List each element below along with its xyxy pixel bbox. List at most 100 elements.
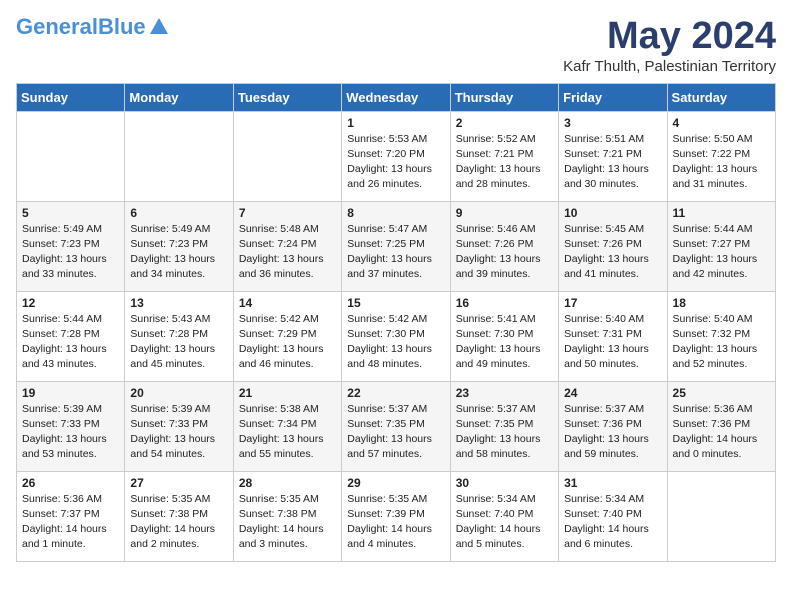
day-cell: 4 Sunrise: 5:50 AM Sunset: 7:22 PM Daylig… [667,111,775,201]
day-info: Sunrise: 5:35 AM Sunset: 7:38 PM Dayligh… [130,492,227,553]
day-number: 29 [347,476,444,490]
day-cell [125,111,233,201]
day-number: 4 [673,116,770,130]
title-block: May 2024 Kafr Thulth, Palestinian Territ… [563,16,776,75]
day-cell: 5 Sunrise: 5:49 AM Sunset: 7:23 PM Daylig… [17,201,125,291]
day-cell: 20Sunrise: 5:39 AM Sunset: 7:33 PM Dayli… [125,381,233,471]
day-info: Sunrise: 5:42 AM Sunset: 7:30 PM Dayligh… [347,312,444,373]
day-number: 18 [673,296,770,310]
day-info: Sunrise: 5:44 AM Sunset: 7:27 PM Dayligh… [673,222,770,283]
day-number: 3 [564,116,661,130]
day-cell: 29Sunrise: 5:35 AM Sunset: 7:39 PM Dayli… [342,471,450,561]
day-cell: 11 Sunrise: 5:44 AM Sunset: 7:27 PM Dayli… [667,201,775,291]
day-cell [233,111,341,201]
logo-blue: Blue [98,14,146,39]
day-cell: 10Sunrise: 5:45 AM Sunset: 7:26 PM Dayli… [559,201,667,291]
day-cell: 15 Sunrise: 5:42 AM Sunset: 7:30 PM Dayli… [342,291,450,381]
day-number: 10 [564,206,661,220]
day-cell: 30 Sunrise: 5:34 AM Sunset: 7:40 PM Dayli… [450,471,558,561]
day-info: Sunrise: 5:49 AM Sunset: 7:23 PM Dayligh… [130,222,227,283]
day-number: 15 [347,296,444,310]
day-info: Sunrise: 5:47 AM Sunset: 7:25 PM Dayligh… [347,222,444,283]
day-info: Sunrise: 5:41 AM Sunset: 7:30 PM Dayligh… [456,312,553,373]
day-cell: 9Sunrise: 5:46 AM Sunset: 7:26 PM Daylig… [450,201,558,291]
day-info: Sunrise: 5:40 AM Sunset: 7:32 PM Dayligh… [673,312,770,373]
day-cell: 24 Sunrise: 5:37 AM Sunset: 7:36 PM Dayli… [559,381,667,471]
day-number: 13 [130,296,227,310]
day-number: 25 [673,386,770,400]
day-info: Sunrise: 5:38 AM Sunset: 7:34 PM Dayligh… [239,402,336,463]
day-number: 21 [239,386,336,400]
day-cell: 27 Sunrise: 5:35 AM Sunset: 7:38 PM Dayli… [125,471,233,561]
day-info: Sunrise: 5:48 AM Sunset: 7:24 PM Dayligh… [239,222,336,283]
day-info: Sunrise: 5:34 AM Sunset: 7:40 PM Dayligh… [564,492,661,553]
day-number: 26 [22,476,119,490]
day-cell: 1Sunrise: 5:53 AM Sunset: 7:20 PM Daylig… [342,111,450,201]
day-number: 6 [130,206,227,220]
header-cell-tuesday: Tuesday [233,83,341,111]
header-cell-saturday: Saturday [667,83,775,111]
day-cell: 26 Sunrise: 5:36 AM Sunset: 7:37 PM Dayli… [17,471,125,561]
day-cell: 28Sunrise: 5:35 AM Sunset: 7:38 PM Dayli… [233,471,341,561]
day-cell: 31 Sunrise: 5:34 AM Sunset: 7:40 PM Dayli… [559,471,667,561]
day-info: Sunrise: 5:49 AM Sunset: 7:23 PM Dayligh… [22,222,119,283]
day-info: Sunrise: 5:46 AM Sunset: 7:26 PM Dayligh… [456,222,553,283]
day-info: Sunrise: 5:40 AM Sunset: 7:31 PM Dayligh… [564,312,661,373]
day-number: 5 [22,206,119,220]
day-cell: 21 Sunrise: 5:38 AM Sunset: 7:34 PM Dayli… [233,381,341,471]
day-cell: 17Sunrise: 5:40 AM Sunset: 7:31 PM Dayli… [559,291,667,381]
day-info: Sunrise: 5:37 AM Sunset: 7:36 PM Dayligh… [564,402,661,463]
day-cell: 22Sunrise: 5:37 AM Sunset: 7:35 PM Dayli… [342,381,450,471]
day-number: 27 [130,476,227,490]
calendar-table: SundayMondayTuesdayWednesdayThursdayFrid… [16,83,776,562]
day-number: 7 [239,206,336,220]
header-cell-wednesday: Wednesday [342,83,450,111]
week-row: 12 Sunrise: 5:44 AM Sunset: 7:28 PM Dayli… [17,291,776,381]
day-info: Sunrise: 5:34 AM Sunset: 7:40 PM Dayligh… [456,492,553,553]
day-cell: 13Sunrise: 5:43 AM Sunset: 7:28 PM Dayli… [125,291,233,381]
day-cell: 25 Sunrise: 5:36 AM Sunset: 7:36 PM Dayli… [667,381,775,471]
day-info: Sunrise: 5:52 AM Sunset: 7:21 PM Dayligh… [456,132,553,193]
logo-icon [148,16,170,38]
logo-text: GeneralBlue [16,16,146,38]
day-info: Sunrise: 5:51 AM Sunset: 7:21 PM Dayligh… [564,132,661,193]
day-cell: 7 Sunrise: 5:48 AM Sunset: 7:24 PM Daylig… [233,201,341,291]
day-number: 2 [456,116,553,130]
day-number: 8 [347,206,444,220]
day-cell: 18 Sunrise: 5:40 AM Sunset: 7:32 PM Dayli… [667,291,775,381]
day-number: 31 [564,476,661,490]
day-info: Sunrise: 5:39 AM Sunset: 7:33 PM Dayligh… [22,402,119,463]
day-cell: 14 Sunrise: 5:42 AM Sunset: 7:29 PM Dayli… [233,291,341,381]
day-cell: 23Sunrise: 5:37 AM Sunset: 7:35 PM Dayli… [450,381,558,471]
day-info: Sunrise: 5:36 AM Sunset: 7:37 PM Dayligh… [22,492,119,553]
day-cell: 8 Sunrise: 5:47 AM Sunset: 7:25 PM Daylig… [342,201,450,291]
day-info: Sunrise: 5:35 AM Sunset: 7:38 PM Dayligh… [239,492,336,553]
day-cell [667,471,775,561]
week-row: 1Sunrise: 5:53 AM Sunset: 7:20 PM Daylig… [17,111,776,201]
week-row: 19Sunrise: 5:39 AM Sunset: 7:33 PM Dayli… [17,381,776,471]
day-number: 24 [564,386,661,400]
header-cell-friday: Friday [559,83,667,111]
day-number: 11 [673,206,770,220]
logo: GeneralBlue [16,16,170,38]
page-header: GeneralBlue May 2024 Kafr Thulth, Palest… [16,16,776,75]
header-cell-sunday: Sunday [17,83,125,111]
header-cell-monday: Monday [125,83,233,111]
day-number: 22 [347,386,444,400]
day-cell: 16Sunrise: 5:41 AM Sunset: 7:30 PM Dayli… [450,291,558,381]
day-info: Sunrise: 5:36 AM Sunset: 7:36 PM Dayligh… [673,402,770,463]
day-number: 1 [347,116,444,130]
day-cell: 19Sunrise: 5:39 AM Sunset: 7:33 PM Dayli… [17,381,125,471]
day-info: Sunrise: 5:44 AM Sunset: 7:28 PM Dayligh… [22,312,119,373]
day-info: Sunrise: 5:50 AM Sunset: 7:22 PM Dayligh… [673,132,770,193]
day-number: 12 [22,296,119,310]
day-number: 30 [456,476,553,490]
day-cell: 12 Sunrise: 5:44 AM Sunset: 7:28 PM Dayli… [17,291,125,381]
month-title: May 2024 [563,16,776,58]
header-row: SundayMondayTuesdayWednesdayThursdayFrid… [17,83,776,111]
day-cell: 6 Sunrise: 5:49 AM Sunset: 7:23 PM Daylig… [125,201,233,291]
day-info: Sunrise: 5:42 AM Sunset: 7:29 PM Dayligh… [239,312,336,373]
header-cell-thursday: Thursday [450,83,558,111]
day-number: 14 [239,296,336,310]
day-cell [17,111,125,201]
